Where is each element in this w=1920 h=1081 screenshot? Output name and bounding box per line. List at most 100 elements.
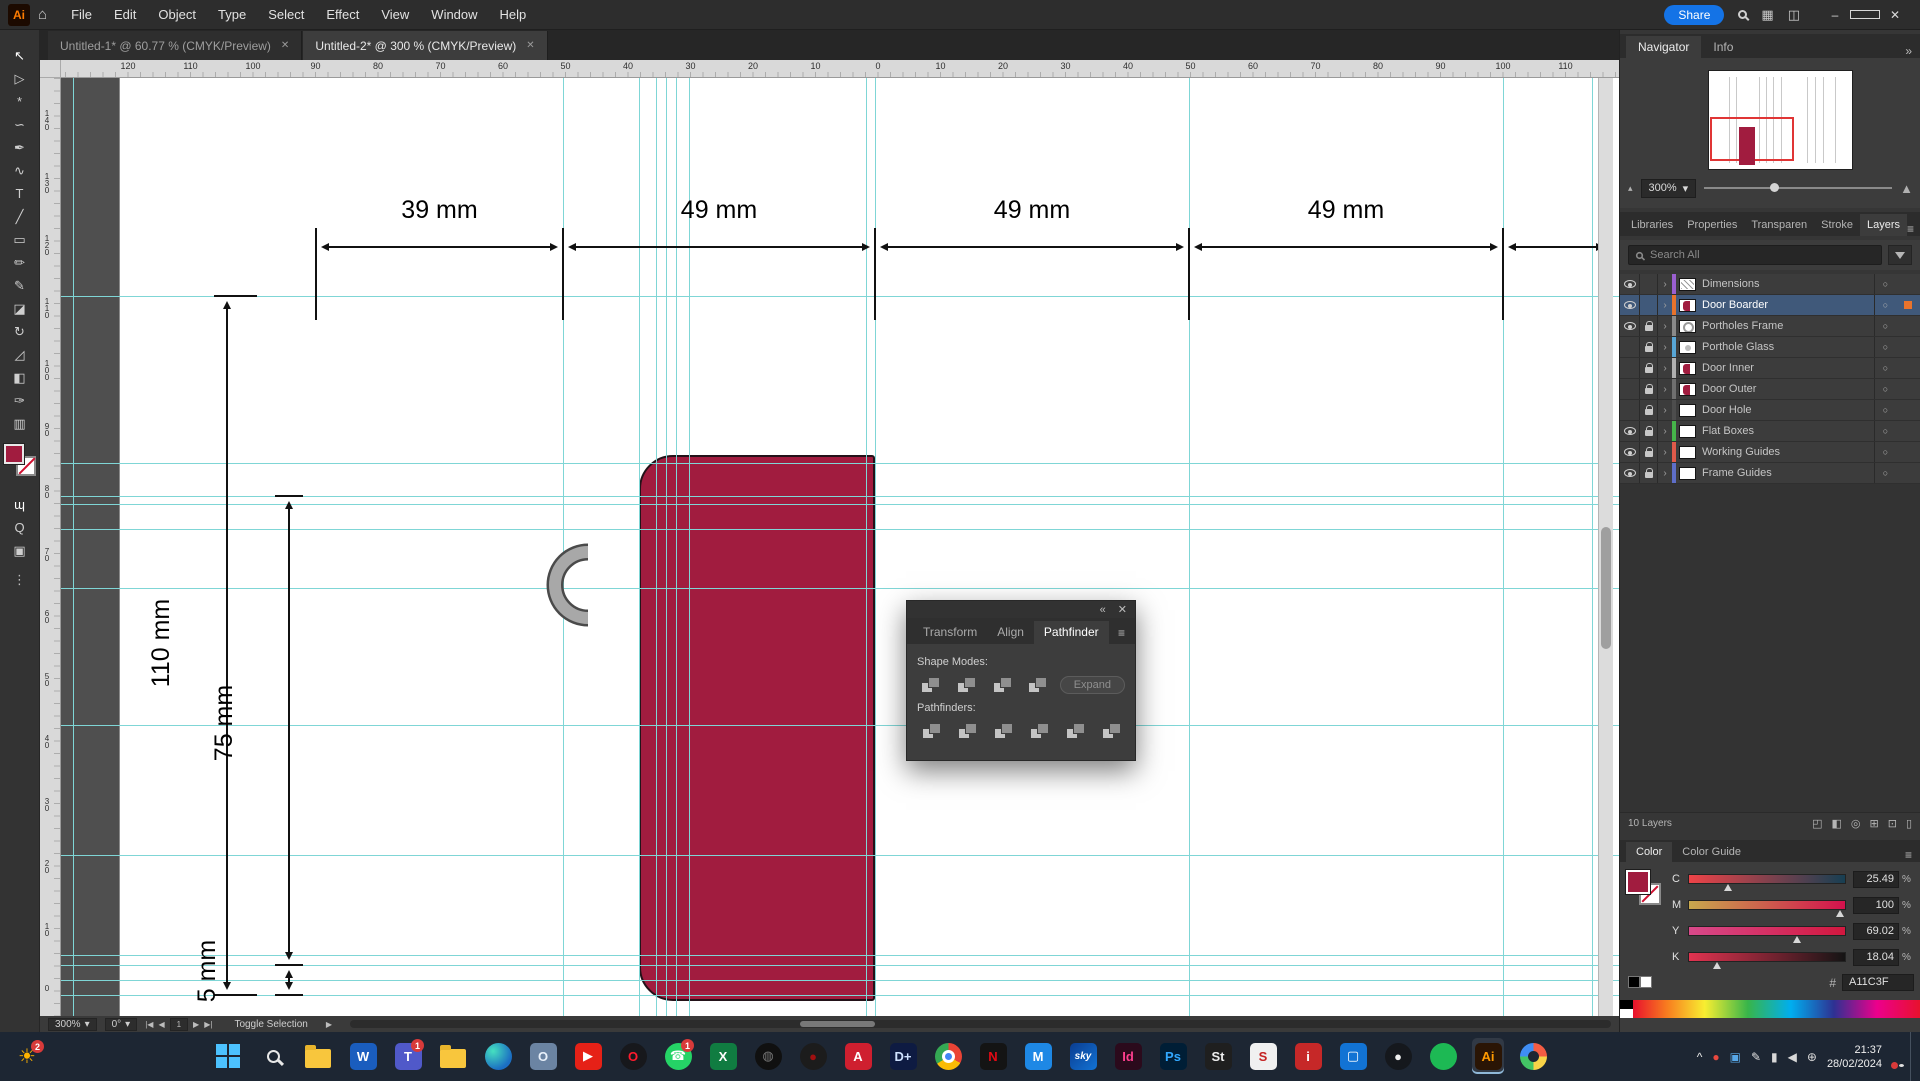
selection-tool[interactable]: ↖ xyxy=(3,44,37,67)
lock-toggle[interactable] xyxy=(1640,442,1658,462)
expand-arrow-icon[interactable]: › xyxy=(1658,321,1672,332)
target-circle-icon[interactable]: ○ xyxy=(1874,358,1896,378)
curvature-tool[interactable]: ∿ xyxy=(3,159,37,182)
visibility-toggle[interactable] xyxy=(1620,442,1640,462)
notification-center[interactable] xyxy=(1892,1050,1900,1064)
maximize-button[interactable] xyxy=(1850,8,1880,22)
artboard-nav-arrow[interactable]: |◀ xyxy=(145,1020,153,1029)
layer-row[interactable]: ›Door Outer○ xyxy=(1620,379,1920,400)
taskbar-solidworks[interactable]: S xyxy=(1247,1038,1279,1074)
taskbar-indesign[interactable]: Id xyxy=(1112,1038,1144,1074)
layer-row[interactable]: ›Porthole Glass○ xyxy=(1620,337,1920,358)
navigator-zoom-dropdown[interactable]: 300%▾ xyxy=(1641,179,1697,198)
visibility-toggle[interactable] xyxy=(1620,337,1640,357)
pathfinder-crop[interactable] xyxy=(1025,720,1053,742)
taskbar-weather-widget[interactable]: ☀ 2 xyxy=(10,1039,44,1073)
white-swatch[interactable] xyxy=(1640,976,1652,988)
black-swatch[interactable] xyxy=(1628,976,1640,988)
current-tool-label[interactable]: Toggle Selection xyxy=(234,1019,307,1030)
panel-menu-icon[interactable]: ≡ xyxy=(1905,848,1914,862)
hand-tool[interactable]: ɰ xyxy=(3,493,37,516)
tray-network-icon[interactable]: ⊕ xyxy=(1807,1050,1817,1064)
target-circle-icon[interactable]: ○ xyxy=(1874,463,1896,483)
fill-stroke-swatches[interactable] xyxy=(3,443,37,489)
taskbar-stock[interactable]: St xyxy=(1202,1038,1234,1074)
taskbar-sky[interactable]: sky xyxy=(1067,1038,1099,1074)
visibility-toggle[interactable] xyxy=(1620,316,1640,336)
taskbar-netflix[interactable]: N xyxy=(977,1038,1009,1074)
rotation-dropdown[interactable]: 0°▾ xyxy=(105,1018,138,1031)
visibility-toggle[interactable] xyxy=(1620,421,1640,441)
tab-close-icon[interactable]: ✕ xyxy=(281,40,289,51)
zoom-slider-handle[interactable] xyxy=(1770,183,1779,192)
pathfinder-titlebar[interactable]: « ✕ xyxy=(907,601,1135,618)
expand-arrow-icon[interactable]: › xyxy=(1658,363,1672,374)
pen-tool[interactable]: ✒ xyxy=(3,136,37,159)
layer-name[interactable]: Working Guides xyxy=(1696,446,1874,458)
target-circle-icon[interactable]: ○ xyxy=(1874,337,1896,357)
taskbar-file-explorer[interactable] xyxy=(302,1038,334,1074)
vertical-scrollbar[interactable] xyxy=(1598,78,1613,1016)
target-circle-icon[interactable]: ○ xyxy=(1874,295,1896,315)
color-spectrum-bar[interactable] xyxy=(1620,1000,1920,1018)
fill-swatch[interactable] xyxy=(4,444,24,464)
search-icon[interactable] xyxy=(1738,10,1747,19)
layer-name[interactable]: Door Boarder xyxy=(1696,299,1874,311)
layer-row[interactable]: ›Door Hole○ xyxy=(1620,400,1920,421)
layer-row[interactable]: ›Door Inner○ xyxy=(1620,358,1920,379)
taskbar-outlook[interactable]: O xyxy=(527,1038,559,1074)
taskbar-info-app[interactable]: i xyxy=(1292,1038,1324,1074)
type-tool[interactable]: T xyxy=(3,182,37,205)
hex-value-field[interactable]: A11C3F xyxy=(1842,974,1914,991)
taskbar-sphere-app[interactable]: ◍ xyxy=(752,1038,784,1074)
edit-toolbar-icon[interactable]: ⋮ xyxy=(13,572,26,588)
make-clipping-mask-icon[interactable]: ◧ xyxy=(1831,817,1841,830)
target-circle-icon[interactable]: ○ xyxy=(1874,400,1896,420)
pathfinder-merge[interactable] xyxy=(989,720,1017,742)
gradient-tool[interactable]: ◧ xyxy=(3,366,37,389)
menu-select[interactable]: Select xyxy=(258,2,314,27)
tab-close-icon[interactable]: ✕ xyxy=(526,40,534,51)
tab-transparen[interactable]: Transparen xyxy=(1744,214,1814,236)
lock-toggle[interactable] xyxy=(1640,274,1658,294)
pathfinder-outline[interactable] xyxy=(1061,720,1089,742)
menu-effect[interactable]: Effect xyxy=(316,2,369,27)
visibility-toggle[interactable] xyxy=(1620,295,1640,315)
ruler-corner[interactable] xyxy=(40,60,61,78)
tab-color[interactable]: Color xyxy=(1626,842,1672,862)
channel-value-field[interactable]: 25.49 xyxy=(1853,871,1899,888)
lasso-tool[interactable]: ∽ xyxy=(3,113,37,136)
pathfinder-divide[interactable] xyxy=(917,720,945,742)
target-circle-icon[interactable]: ○ xyxy=(1874,316,1896,336)
taskbar-teams[interactable]: T1 xyxy=(392,1038,424,1074)
tab-stroke[interactable]: Stroke xyxy=(1814,214,1860,236)
rectangle-tool[interactable]: ▭ xyxy=(3,228,37,251)
expand-button[interactable]: Expand xyxy=(1060,676,1125,694)
panel-menu-icon[interactable]: ≡ xyxy=(1907,222,1916,236)
horizontal-scrollbar[interactable] xyxy=(350,1020,1611,1028)
layer-row[interactable]: ›Flat Boxes○ xyxy=(1620,421,1920,442)
taskbar-start[interactable] xyxy=(212,1038,244,1074)
zoom-level-dropdown[interactable]: 300%▾ xyxy=(48,1018,97,1031)
slider-handle-icon[interactable] xyxy=(1793,932,1801,943)
taskbar-mail[interactable]: M xyxy=(1022,1038,1054,1074)
collect-for-export-icon[interactable]: ◰ xyxy=(1812,817,1822,830)
filter-button[interactable] xyxy=(1888,245,1912,265)
artboard-number-field[interactable]: 1 xyxy=(170,1018,188,1031)
lock-toggle[interactable] xyxy=(1640,316,1658,336)
direct-selection-tool[interactable]: ▷ xyxy=(3,67,37,90)
line-segment-tool[interactable]: ╱ xyxy=(3,205,37,228)
pathfinder-tab-pathfinder[interactable]: Pathfinder xyxy=(1034,621,1109,644)
tray-volume-icon[interactable]: ◀ xyxy=(1788,1050,1797,1064)
visibility-toggle[interactable] xyxy=(1620,463,1640,483)
slider-handle-icon[interactable] xyxy=(1713,958,1721,969)
collapse-panel-icon[interactable]: « xyxy=(1100,604,1106,616)
taskbar-github[interactable]: ● xyxy=(1382,1038,1414,1074)
shape-mode-intersect[interactable] xyxy=(988,674,1016,696)
expand-arrow-icon[interactable]: › xyxy=(1658,279,1672,290)
lock-toggle[interactable] xyxy=(1640,358,1658,378)
taskbar-photos[interactable] xyxy=(1517,1038,1549,1074)
rotate-tool[interactable]: ↻ xyxy=(3,320,37,343)
door-shape[interactable] xyxy=(639,455,875,1001)
taskbar-adobe-express[interactable]: A xyxy=(842,1038,874,1074)
